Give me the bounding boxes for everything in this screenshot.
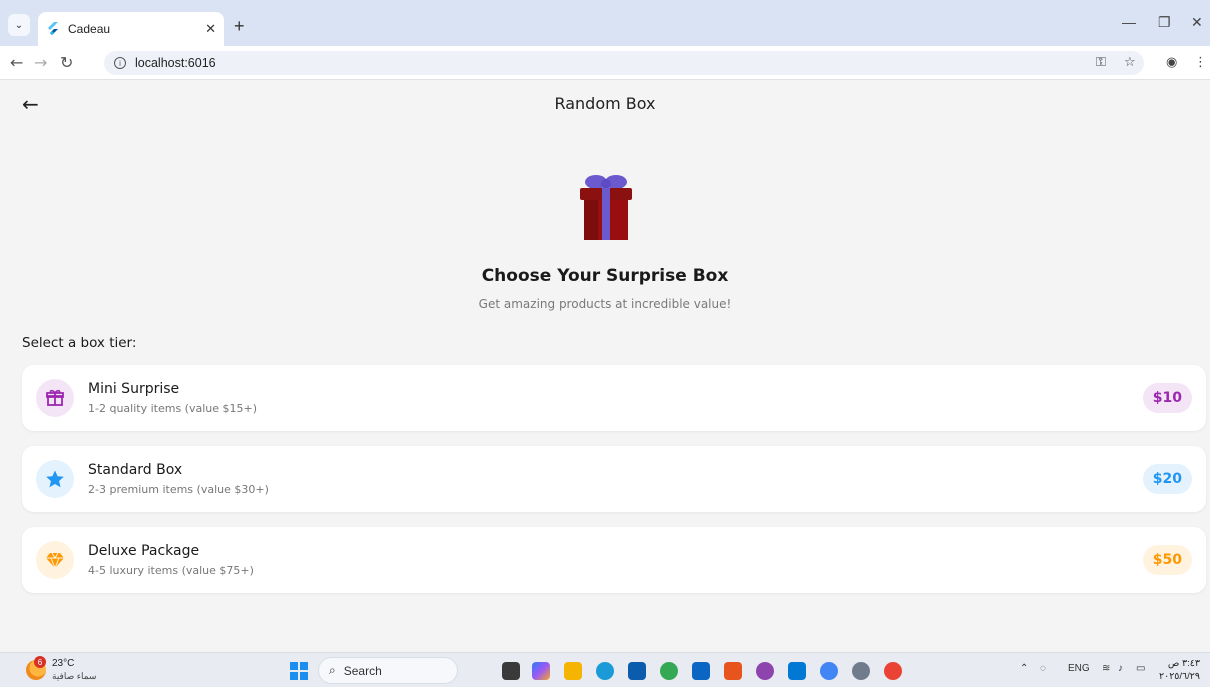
browser-tab[interactable]: Cadeau ✕ [38,12,224,46]
copilot-icon[interactable] [532,662,550,680]
tier-price-badge: $50 [1142,545,1192,575]
browser-toolbar: ← → ↻ i localhost:6016 ⚿ ☆ ◉ ⋮ [0,46,1210,80]
volume-icon[interactable]: ♪ [1118,663,1123,674]
tier-description: 1-2 quality items (value $15+) [88,402,258,415]
file-explorer-icon[interactable] [564,662,582,680]
reload-icon[interactable]: ↻ [60,53,73,72]
window-close-icon[interactable]: ✕ [1191,14,1203,31]
tier-description: 4-5 luxury items (value $75+) [88,564,254,577]
outlook-icon[interactable] [692,662,710,680]
tier-name: Mini Surprise [88,381,180,397]
tier-icon-circle [36,379,74,417]
subheadline: Get amazing products at incredible value… [478,297,732,311]
clock-time: ٣:٤٣ ص [1167,658,1200,669]
windows-start-icon[interactable] [290,662,308,680]
restore-icon[interactable]: ❐ [1158,14,1171,31]
tray-overflow-icon[interactable]: ⌃ [1020,663,1028,674]
password-key-icon[interactable]: ⚿ [1096,55,1106,70]
headline: Choose Your Surprise Box [481,266,729,286]
system-clock[interactable]: ٣:٤٣ ص ٢٠٢٥/٦/٢٩ [1159,657,1200,683]
flutter-favicon-icon [48,22,58,35]
address-bar[interactable]: i localhost:6016 [104,51,1144,75]
edge-icon[interactable] [596,662,614,680]
minimize-icon[interactable]: — [1122,14,1136,30]
section-label: Select a box tier: [22,335,137,351]
url-text: localhost:6016 [135,56,216,70]
tier-description: 2-3 premium items (value $30+) [88,483,269,496]
weather-badge: 6 [34,656,46,668]
star-icon [46,470,64,488]
office-icon[interactable] [724,662,742,680]
search-icon: ⌕ [329,663,336,677]
weather-temperature: 23°C [52,658,75,669]
tier-icon-circle [36,541,74,579]
task-view-icon[interactable] [502,662,520,680]
taskbar-search-label: Search [343,663,382,678]
chrome-active-icon[interactable] [884,662,902,680]
chrome-profile-icon[interactable] [756,662,774,680]
tier-card-deluxe-package[interactable]: Deluxe Package 4-5 luxury items (value $… [22,527,1206,593]
tier-price-badge: $20 [1142,464,1192,494]
taskbar-search[interactable]: ⌕ Search [318,657,458,684]
tier-icon-circle [36,460,74,498]
battery-icon[interactable]: ▭ [1136,663,1145,674]
app-screen: ← Random Box Choose Your Surprise Box Ge… [0,80,1210,652]
profile-icon[interactable]: ◉ [1166,55,1177,70]
tray-app-icon[interactable]: ◌ [1040,663,1046,674]
settings-icon[interactable] [852,662,870,680]
tier-name: Deluxe Package [88,543,200,559]
gift-box-icon [46,389,64,406]
gift-icon [580,175,632,240]
new-tab-button[interactable]: + [234,16,245,37]
page-title: Random Box [554,94,656,113]
back-nav-icon[interactable]: ← [10,53,23,72]
store-icon[interactable] [628,662,646,680]
language-indicator[interactable]: ENG [1068,663,1090,674]
vscode-icon[interactable] [788,662,806,680]
tab-close-icon[interactable]: ✕ [205,22,216,37]
weather-condition: سماء صافية [52,671,97,681]
menu-dots-icon[interactable]: ⋮ [1194,55,1207,70]
bookmark-star-icon[interactable]: ☆ [1124,55,1136,70]
clock-date: ٢٠٢٥/٦/٢٩ [1159,671,1200,682]
os-taskbar: 6 23°C سماء صافية ⌕ Search ⌃ ◌ ENG ≋ ♪ ▭… [0,652,1210,687]
tab-search-button[interactable]: ⌄ [8,14,30,36]
tier-card-mini-surprise[interactable]: Mini Surprise 1-2 quality items (value $… [22,365,1206,431]
tab-title: Cadeau [68,22,111,36]
diamond-icon [46,552,64,570]
site-info-icon[interactable]: i [114,57,126,69]
browser-tab-bar: ⌄ Cadeau ✕ + — ❐ ✕ [0,0,1210,46]
tier-card-standard-box[interactable]: Standard Box 2-3 premium items (value $3… [22,446,1206,512]
wifi-icon[interactable]: ≋ [1102,663,1110,674]
tier-price-badge: $10 [1142,383,1192,413]
tier-name: Standard Box [88,462,183,478]
chrome-profile-2-icon[interactable] [820,662,838,680]
chrome-icon[interactable] [660,662,678,680]
forward-nav-icon[interactable]: → [34,53,47,72]
